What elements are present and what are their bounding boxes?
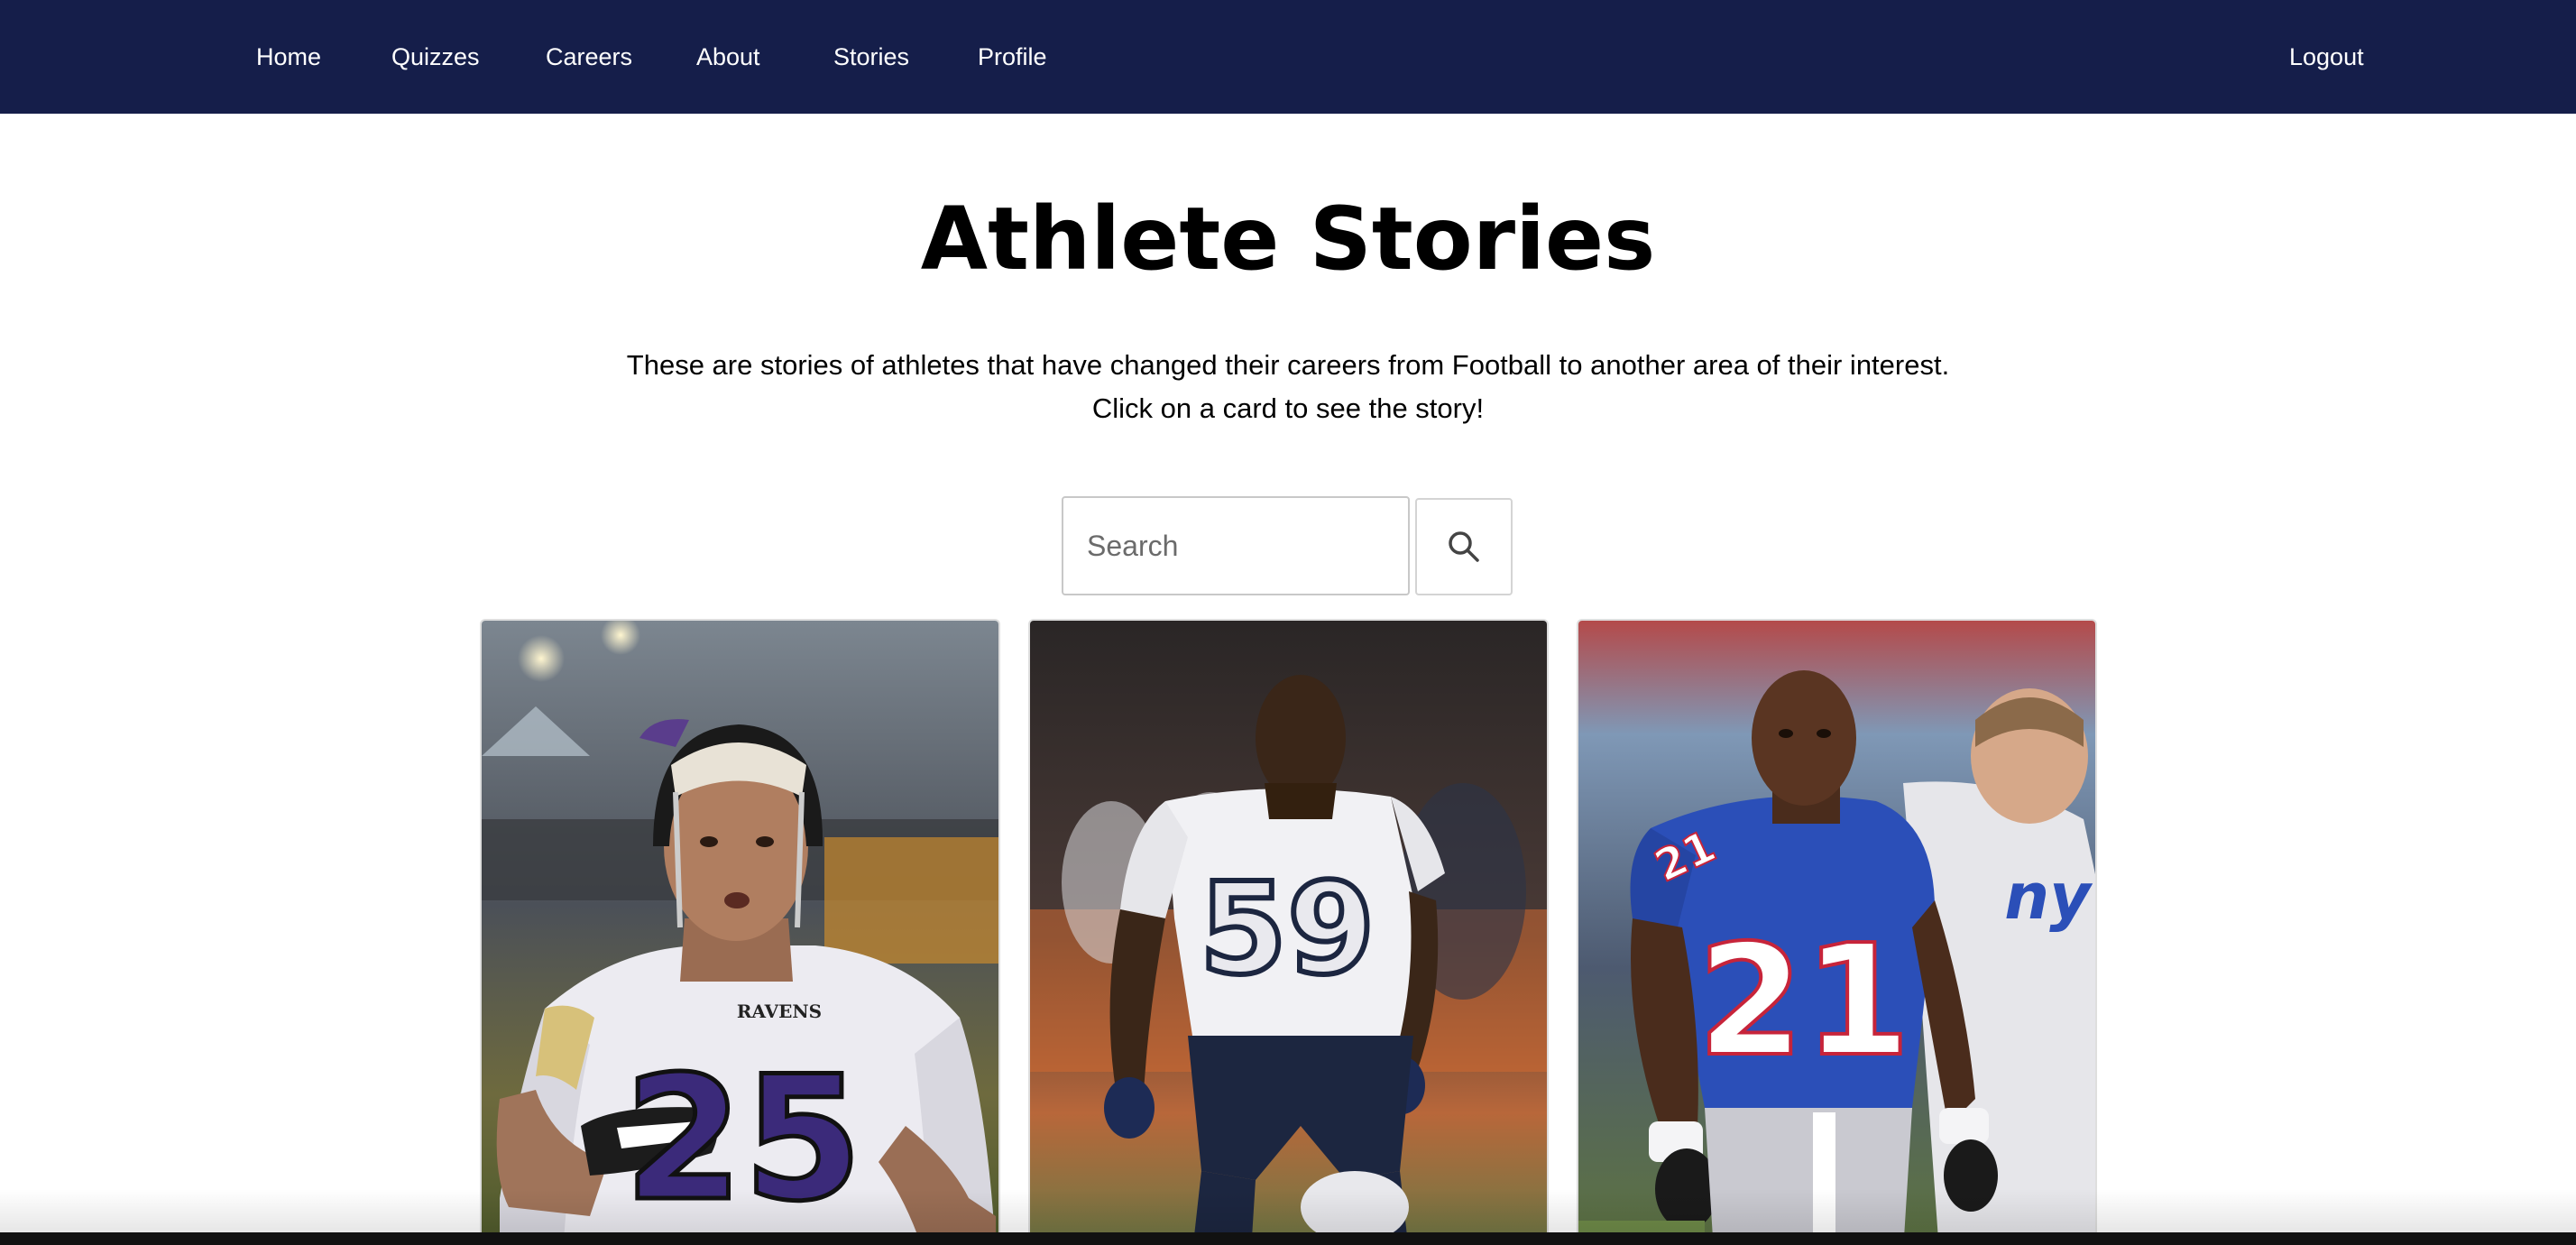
logout-link[interactable]: Logout [2289, 40, 2364, 74]
top-navbar: Home Quizzes Careers About Stories Profi… [0, 0, 2576, 114]
nav-stories-link[interactable]: Stories [833, 40, 909, 74]
athlete-photo: ny 21 21 [1578, 621, 2095, 1245]
intro-text-line-1: These are stories of athletes that have … [626, 349, 1950, 381]
story-card[interactable]: ny 21 21 [1577, 619, 2097, 1245]
nav-home-link[interactable]: Home [256, 40, 321, 74]
card-jersey-number: 59 [1200, 856, 1375, 1003]
nav-quizzes-link[interactable]: Quizzes [391, 40, 480, 74]
nav-profile-link[interactable]: Profile [978, 40, 1047, 74]
card-jersey-text: RAVENS [737, 1001, 822, 1022]
window-bottom-edge [0, 1232, 2576, 1245]
nav-careers-link[interactable]: Careers [546, 40, 632, 74]
search-input[interactable] [1062, 496, 1410, 595]
nav-about-link[interactable]: About [696, 40, 760, 74]
story-card[interactable]: 59 [1028, 619, 1549, 1245]
search-icon [1449, 531, 1479, 562]
intro-text-line-2: Click on a card to see the story! [1091, 392, 1485, 424]
athlete-photo: 59 [1030, 621, 1547, 1245]
card-jersey-number: 25 [624, 1039, 862, 1239]
page-title: Athlete Stories [920, 189, 1656, 290]
svg-text:ny: ny [2004, 860, 2093, 934]
search-button[interactable] [1415, 498, 1513, 595]
athlete-photo: 25 RAVENS [482, 621, 998, 1245]
card-jersey-number: 21 [1697, 912, 1911, 1091]
story-card[interactable]: 25 RAVENS [480, 619, 1000, 1245]
